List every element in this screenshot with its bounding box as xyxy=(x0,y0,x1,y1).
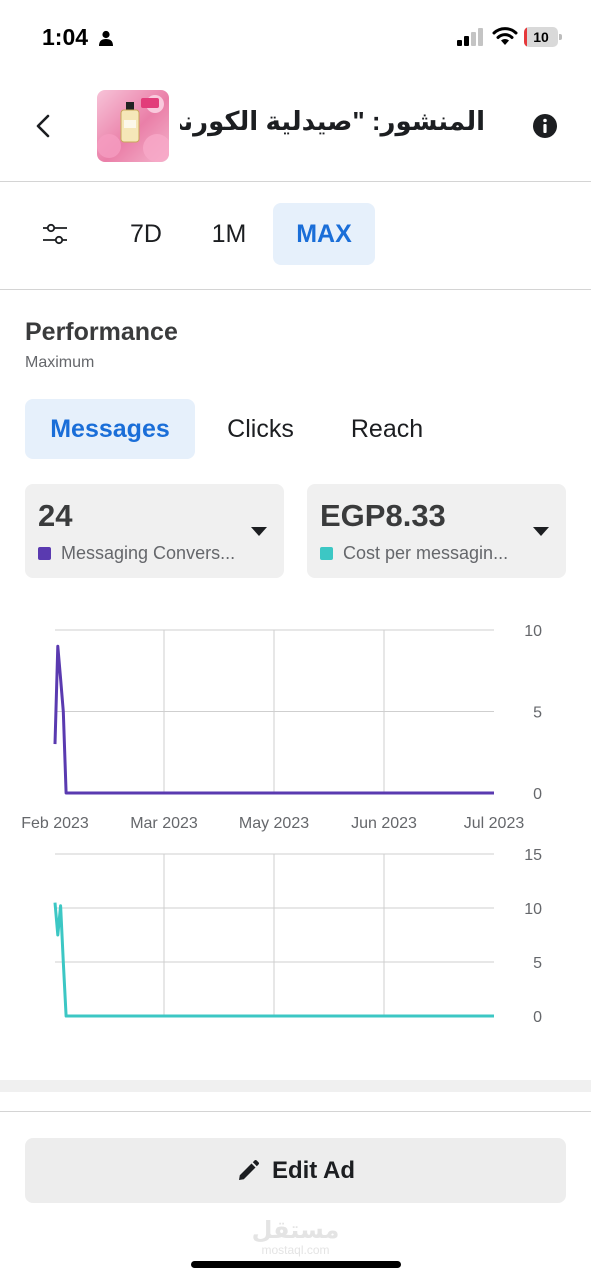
status-time: 1:04 xyxy=(42,24,89,50)
y-tick-label: 10 xyxy=(524,623,542,640)
x-tick-label: Mar 2023 xyxy=(130,815,198,832)
x-tick-label: Jun 2023 xyxy=(351,815,417,832)
metric-card-messaging-conversations[interactable]: 24 Messaging Convers... xyxy=(25,484,284,578)
battery-level: 10 xyxy=(533,29,549,45)
tab-reach[interactable]: Reach xyxy=(340,399,434,459)
info-button[interactable] xyxy=(532,113,558,139)
y-tick-label: 15 xyxy=(524,847,542,864)
metric-card-cost-per-messaging[interactable]: EGP8.33 Cost per messagin... xyxy=(307,484,566,578)
y-tick-label: 10 xyxy=(524,901,542,918)
y-tick-label: 5 xyxy=(533,705,542,722)
ad-thumbnail xyxy=(97,90,169,162)
x-tick-label: Feb 2023 xyxy=(21,815,89,832)
watermark: مستقل mostaql.com xyxy=(0,1217,591,1257)
section-subtitle: Maximum xyxy=(25,354,95,371)
metric-value: 24 xyxy=(38,498,73,533)
section-separator xyxy=(0,1080,591,1092)
metric-value: EGP8.33 xyxy=(320,498,446,533)
back-button[interactable] xyxy=(28,108,60,144)
cellular-signal-icon xyxy=(457,28,483,46)
edit-ad-label: Edit Ad xyxy=(271,1156,356,1184)
range-1m-tab[interactable]: 1M xyxy=(196,203,262,265)
caret-down-icon[interactable] xyxy=(533,527,549,536)
x-tick-label: Jul 2023 xyxy=(464,815,525,832)
watermark-latin: mostaql.com xyxy=(261,1243,330,1257)
range-7d-tab[interactable]: 7D xyxy=(112,203,180,265)
cost-line-chart: 15 10 5 0 xyxy=(53,847,542,1026)
wifi-icon xyxy=(492,27,518,45)
tab-clicks[interactable]: Clicks xyxy=(218,399,303,459)
person-icon xyxy=(99,30,113,46)
page-title: المنشور: "صيدلية الكورني.. xyxy=(180,106,485,136)
range-max-tab[interactable]: MAX xyxy=(273,203,375,265)
caret-down-icon[interactable] xyxy=(251,527,267,536)
metric-label: Messaging Convers... xyxy=(61,543,236,563)
divider xyxy=(0,1111,591,1112)
date-filter-bar: 7D 1M MAX xyxy=(0,182,591,290)
messages-line-chart: 10 5 0 Feb 2023 Mar 2023 May 2023 Jun 2023 Jul … xyxy=(21,623,542,832)
x-tick-label: May 2023 xyxy=(239,815,309,832)
battery-indicator: 10 xyxy=(524,27,562,47)
tab-messages[interactable]: Messages xyxy=(25,399,195,459)
legend-swatch xyxy=(38,547,51,560)
header: المنشور: "صيدلية الكورني.. xyxy=(0,72,591,182)
pencil-icon xyxy=(238,1159,259,1180)
sliders-icon[interactable] xyxy=(42,222,68,246)
legend-swatch xyxy=(320,547,333,560)
metric-label: Cost per messagin... xyxy=(343,543,509,563)
y-tick-label: 5 xyxy=(533,955,542,972)
section-title: Performance xyxy=(25,318,178,346)
y-tick-label: 0 xyxy=(533,1009,542,1026)
edit-ad-button[interactable]: Edit Ad xyxy=(25,1138,566,1203)
status-bar: 1:04 10 xyxy=(0,0,591,72)
watermark-arabic: مستقل xyxy=(251,1217,340,1244)
y-tick-label: 0 xyxy=(533,786,542,803)
home-indicator xyxy=(191,1261,401,1268)
